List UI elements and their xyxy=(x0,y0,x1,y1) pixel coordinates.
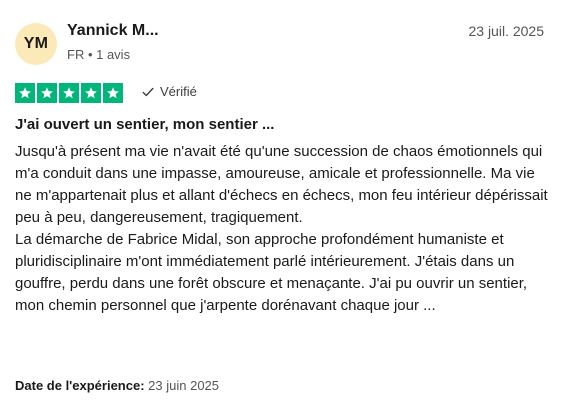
star-icon xyxy=(37,83,57,103)
verified-badge[interactable]: Vérifié xyxy=(141,84,197,99)
avatar[interactable]: YM xyxy=(15,23,57,65)
review-date: 23 juil. 2025 xyxy=(468,23,544,39)
reviewer-meta: FR • 1 avis xyxy=(67,47,131,62)
checkmark-icon xyxy=(141,85,155,99)
star-icon xyxy=(59,83,79,103)
verified-label: Vérifié xyxy=(160,84,197,99)
review-title[interactable]: J'ai ouvert un sentier, mon sentier ... xyxy=(15,116,274,133)
avatar-initials: YM xyxy=(23,35,49,52)
review-body: Jusqu'à présent ma vie n'avait été qu'un… xyxy=(15,143,548,314)
experience-date-value: 23 juin 2025 xyxy=(148,378,220,393)
star-icon xyxy=(103,83,123,103)
star-icon xyxy=(15,83,35,103)
experience-date: Date de l'expérience: 23 juin 2025 xyxy=(15,378,219,393)
experience-date-label: Date de l'expérience: xyxy=(15,378,145,393)
star-icon xyxy=(81,83,101,103)
star-rating xyxy=(15,83,123,103)
review-card: YM Yannick M... FR • 1 avis 23 juil. 202… xyxy=(0,0,571,410)
reviewer-name[interactable]: Yannick M... xyxy=(67,22,159,40)
